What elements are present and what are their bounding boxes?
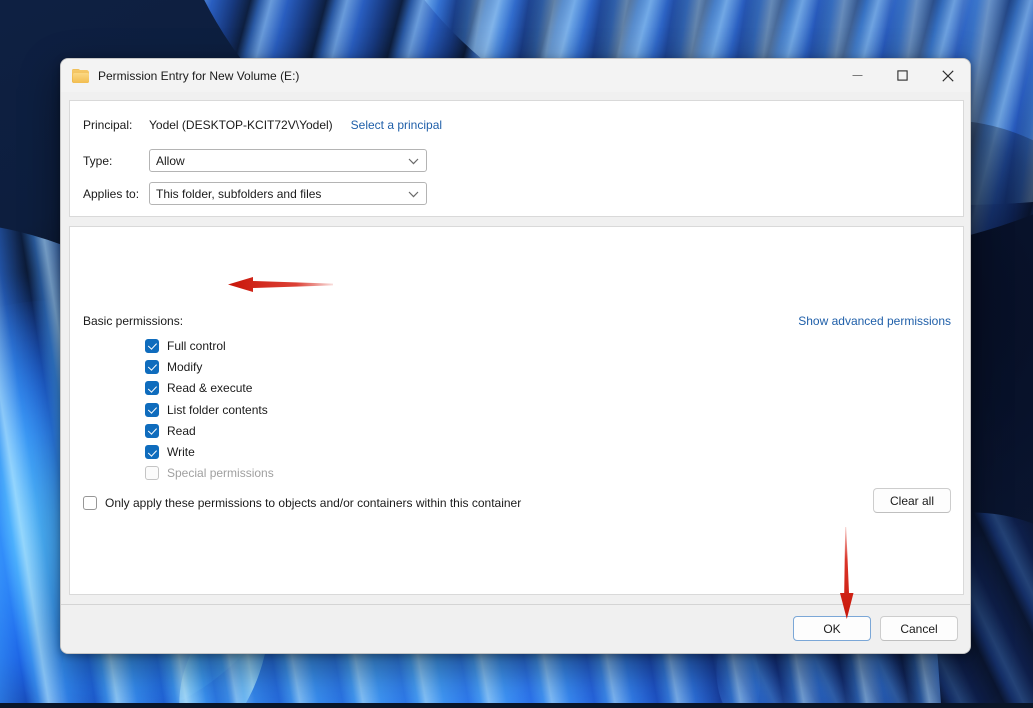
title-bar: Permission Entry for New Volume (E:)	[61, 59, 970, 92]
type-dropdown[interactable]: Allow	[149, 149, 427, 172]
footer-buttons: OK Cancel	[793, 616, 958, 641]
cancel-button[interactable]: Cancel	[880, 616, 958, 641]
permission-label: Full control	[167, 338, 226, 353]
permission-row[interactable]: Modify	[145, 356, 274, 377]
principal-row: Principal: Yodel (DESKTOP-KCIT72V\Yodel)…	[83, 118, 442, 132]
permission-entry-dialog: Permission Entry for New Volume (E:) Pri…	[60, 58, 971, 654]
applies-to-dropdown[interactable]: This folder, subfolders and files	[149, 182, 427, 205]
chevron-down-icon	[408, 154, 419, 168]
clear-all-button[interactable]: Clear all	[873, 488, 951, 513]
applies-to-dropdown-value: This folder, subfolders and files	[156, 186, 322, 201]
type-label: Type:	[83, 153, 113, 168]
dialog-footer: OK Cancel	[61, 605, 970, 653]
permission-checkbox[interactable]	[145, 423, 159, 438]
permission-label: Read	[167, 423, 196, 438]
minimize-icon[interactable]	[835, 59, 880, 92]
title-bar-left: Permission Entry for New Volume (E:)	[61, 68, 835, 83]
permission-checkbox	[145, 466, 159, 481]
only-apply-checkbox[interactable]	[83, 496, 97, 510]
permission-row[interactable]: List folder contents	[145, 399, 274, 420]
permission-checkbox[interactable]	[145, 445, 159, 460]
window-title: Permission Entry for New Volume (E:)	[98, 68, 300, 83]
permission-row[interactable]: Read & execute	[145, 378, 274, 399]
permission-label: Special permissions	[167, 466, 274, 481]
chevron-down-icon	[408, 187, 419, 201]
permissions-checkbox-list: Full control Modify Read & execute List fol…	[145, 335, 274, 484]
principal-label: Principal:	[83, 118, 133, 132]
permission-checkbox[interactable]	[145, 381, 159, 396]
permission-row[interactable]: Full control	[145, 335, 274, 356]
applies-to-row: Applies to: This folder, subfolders and …	[83, 182, 427, 205]
basic-permissions-label: Basic permissions:	[83, 314, 184, 328]
select-a-principal-link[interactable]: Select a principal	[351, 118, 442, 132]
show-advanced-permissions-link[interactable]: Show advanced permissions	[798, 314, 951, 328]
permission-label: Read & execute	[167, 381, 253, 396]
principal-panel: Principal: Yodel (DESKTOP-KCIT72V\Yodel)…	[69, 100, 964, 217]
applies-to-label: Applies to:	[83, 186, 140, 201]
caption-buttons	[835, 59, 970, 92]
permission-label: Write	[167, 445, 195, 460]
permission-row[interactable]: Write	[145, 441, 274, 462]
permission-checkbox[interactable]	[145, 359, 159, 374]
close-icon[interactable]	[925, 59, 970, 92]
type-row: Type: Allow	[83, 149, 427, 172]
permission-row[interactable]: Read	[145, 420, 274, 441]
permissions-panel: Basic permissions: Show advanced permiss…	[69, 226, 964, 595]
maximize-icon[interactable]	[880, 59, 925, 92]
principal-value: Yodel (DESKTOP-KCIT72V\Yodel)	[149, 118, 333, 132]
folder-icon	[72, 68, 89, 83]
ok-button[interactable]: OK	[793, 616, 871, 641]
only-apply-label: Only apply these permissions to objects …	[105, 496, 522, 510]
type-dropdown-value: Allow	[156, 153, 185, 168]
permission-checkbox[interactable]	[145, 402, 159, 417]
only-apply-row[interactable]: Only apply these permissions to objects …	[83, 496, 521, 510]
permission-row: Special permissions	[145, 463, 274, 484]
permission-label: Modify	[167, 359, 203, 374]
permission-label: List folder contents	[167, 402, 268, 417]
permission-checkbox[interactable]	[145, 338, 159, 353]
